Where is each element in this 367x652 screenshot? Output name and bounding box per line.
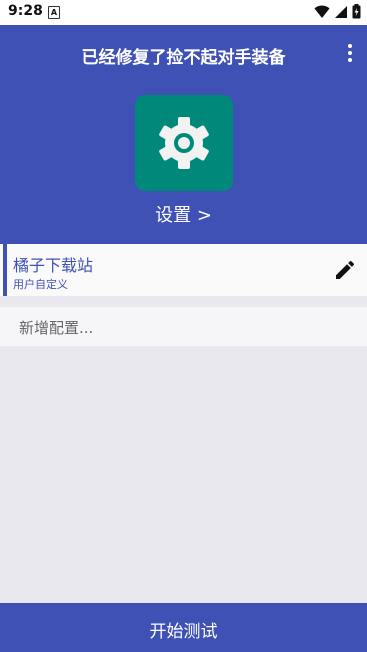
notification-a-icon: A [48,6,60,19]
config-name: 橘子下载站 [13,256,94,275]
gear-icon [159,117,209,169]
add-config-button[interactable]: 新增配置... [0,307,367,346]
signal-icon [335,5,347,18]
settings-tile-button[interactable] [135,95,233,191]
wifi-icon [314,5,330,18]
config-item[interactable]: 橘子下载站 用户自定义 [0,244,367,296]
config-type: 用户自定义 [13,278,68,291]
status-time: 9:28 [8,3,43,19]
status-bar: 9:28 A [0,0,367,25]
page-title: 已经修复了捡不起对手装备 [81,48,286,68]
start-test-label: 开始测试 [149,622,218,642]
selected-indicator [3,244,7,296]
start-test-button[interactable]: 开始测试 [0,603,367,652]
more-vert-icon[interactable] [347,44,353,64]
settings-link[interactable]: 设置 > [0,201,367,227]
battery-icon [352,4,361,19]
add-config-label: 新增配置... [19,319,94,337]
edit-pencil-icon[interactable] [333,258,357,282]
status-icons [314,4,361,19]
app-header: 已经修复了捡不起对手装备 设置 > [0,25,367,244]
